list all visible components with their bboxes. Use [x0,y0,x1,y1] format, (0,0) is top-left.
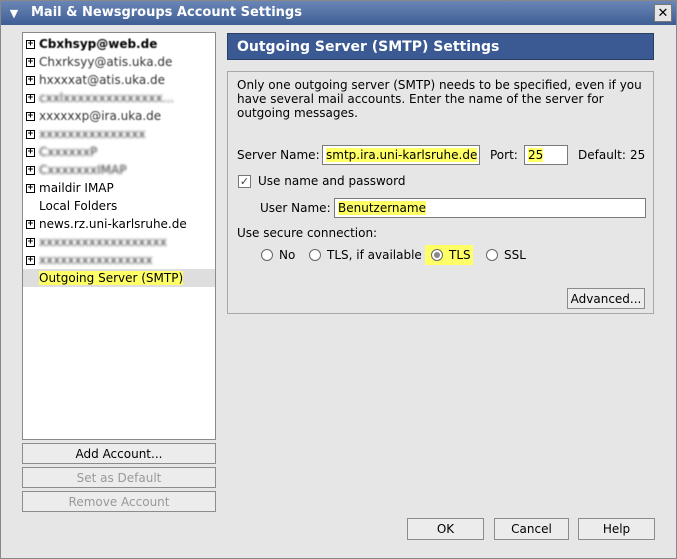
use-name-checkbox[interactable]: ✓ [238,175,251,188]
window-menu-icon[interactable]: ▼ [5,4,23,22]
tree-item-label: Outgoing Server (SMTP) [39,271,184,285]
radio-tls[interactable] [431,249,443,261]
add-account-label: Add Account... [75,446,163,461]
use-name-label: Use name and password [258,174,406,188]
cancel-label: Cancel [511,522,552,536]
tree-item-label: CxxxxxxxIMAP [39,163,127,177]
add-account-button[interactable]: Add Account... [22,443,216,464]
ok-button[interactable]: OK [407,518,484,540]
radio-tls-label: TLS [449,248,471,262]
title-bar[interactable]: ▼ Mail & Newsgroups Account Settings ✕ [1,1,676,25]
description-text: Only one outgoing server (SMTP) needs to… [237,78,642,120]
expand-icon[interactable]: + [26,75,35,85]
secure-connection-label: Use secure connection: [237,226,378,240]
close-icon[interactable]: ✕ [654,4,672,22]
tree-item-label: xxxxxxxxxxxxxxxx [39,253,153,267]
tree-item-maildir-imap[interactable]: + maildir IMAP [23,179,215,197]
default-port-label: Default: [578,148,626,162]
panel-title: Outgoing Server (SMTP) Settings [227,33,654,60]
port-label: Port: [490,148,518,162]
tree-item-account-4[interactable]: + cxxlxxxxxxxxxxxxxx... [23,89,215,107]
tree-item-account-6[interactable]: + xxxxxxxxxxxxxxx [23,125,215,143]
tree-item-account-5[interactable]: + xxxxxxp@ira.uka.de [23,107,215,125]
tree-item-label: Chxrksyy@atis.uka.de [39,55,173,69]
tree-item-news-server[interactable]: + news.rz.uni-karlsruhe.de [23,215,215,233]
expand-icon[interactable]: + [26,111,35,121]
tree-item-label: news.rz.uni-karlsruhe.de [39,217,187,231]
help-label: Help [602,522,631,536]
account-settings-window: ▼ Mail & Newsgroups Account Settings ✕ +… [0,0,677,559]
port-field[interactable]: 25 [524,145,568,165]
tree-item-label: cxxlxxxxxxxxxxxxxx... [39,91,174,105]
expand-icon[interactable]: + [26,219,35,229]
expand-icon[interactable]: + [26,147,35,157]
smtp-settings-panel: Only one outgoing server (SMTP) needs to… [227,71,654,314]
tree-item-account-7[interactable]: + CxxxxxxP [23,143,215,161]
expand-icon[interactable]: + [26,165,35,175]
remove-account-label: Remove Account [68,494,170,509]
user-name-label: User Name: [260,201,331,215]
account-tree[interactable]: + Cbxhsyp@web.de + Chxrksyy@atis.uka.de … [22,32,216,440]
radio-no-label: No [279,248,296,262]
server-name-label: Server Name: [237,148,320,162]
help-button[interactable]: Help [578,518,655,540]
set-default-label: Set as Default [76,470,162,485]
server-name-field[interactable]: smtp.ira.uni-karlsruhe.de [322,145,480,165]
window-title: Mail & Newsgroups Account Settings [31,5,302,20]
tree-item-account-2[interactable]: + Chxrksyy@atis.uka.de [23,53,215,71]
tree-item-label: maildir IMAP [39,181,114,195]
tree-item-label: CxxxxxxP [39,145,98,159]
tree-item-account-12[interactable]: + xxxxxxxxxxxxxxxxxx [23,233,215,251]
radio-no[interactable] [261,249,273,261]
tree-item-account-13[interactable]: + xxxxxxxxxxxxxxxx [23,251,215,269]
expand-icon[interactable]: + [26,39,35,49]
expand-icon[interactable]: + [26,93,35,103]
user-name-field[interactable]: Benutzername [334,198,646,218]
tree-item-label: xxxxxxp@ira.uka.de [39,109,162,123]
server-name-value: smtp.ira.uni-karlsruhe.de [326,148,478,162]
tree-item-outgoing-server[interactable]: Outgoing Server (SMTP) [23,269,215,287]
set-default-button[interactable]: Set as Default [22,467,216,488]
radio-ssl-label: SSL [504,248,526,262]
expand-icon[interactable]: + [26,255,35,265]
remove-account-button[interactable]: Remove Account [22,491,216,512]
tree-item-account-8[interactable]: + CxxxxxxxIMAP [23,161,215,179]
tree-item-label: xxxxxxxxxxxxxxx [39,127,146,141]
advanced-label: Advanced... [570,291,642,306]
tree-item-label: Local Folders [39,199,118,213]
tree-item-local-folders[interactable]: Local Folders [23,197,215,215]
tree-item-account-3[interactable]: + hxxxxat@atis.uka.de [23,71,215,89]
radio-ssl[interactable] [486,249,498,261]
ok-label: OK [436,522,455,536]
cancel-button[interactable]: Cancel [494,518,569,540]
tree-item-label: Cbxhsyp@web.de [39,37,158,51]
radio-tls-if-available-label: TLS, if available [327,248,422,262]
expand-icon[interactable]: + [26,183,35,193]
expand-icon[interactable]: + [26,129,35,139]
tree-item-label: hxxxxat@atis.uka.de [39,73,166,87]
expand-icon[interactable]: + [26,57,35,67]
tree-item-label: xxxxxxxxxxxxxxxxxx [39,235,167,249]
expand-icon[interactable]: + [26,237,35,247]
user-name-value: Benutzername [338,201,426,215]
default-port-value: 25 [630,148,646,162]
tree-item-account-1[interactable]: + Cbxhsyp@web.de [23,35,215,53]
port-value: 25 [528,148,544,162]
radio-tls-if-available[interactable] [309,249,321,261]
advanced-button[interactable]: Advanced... [567,288,645,309]
